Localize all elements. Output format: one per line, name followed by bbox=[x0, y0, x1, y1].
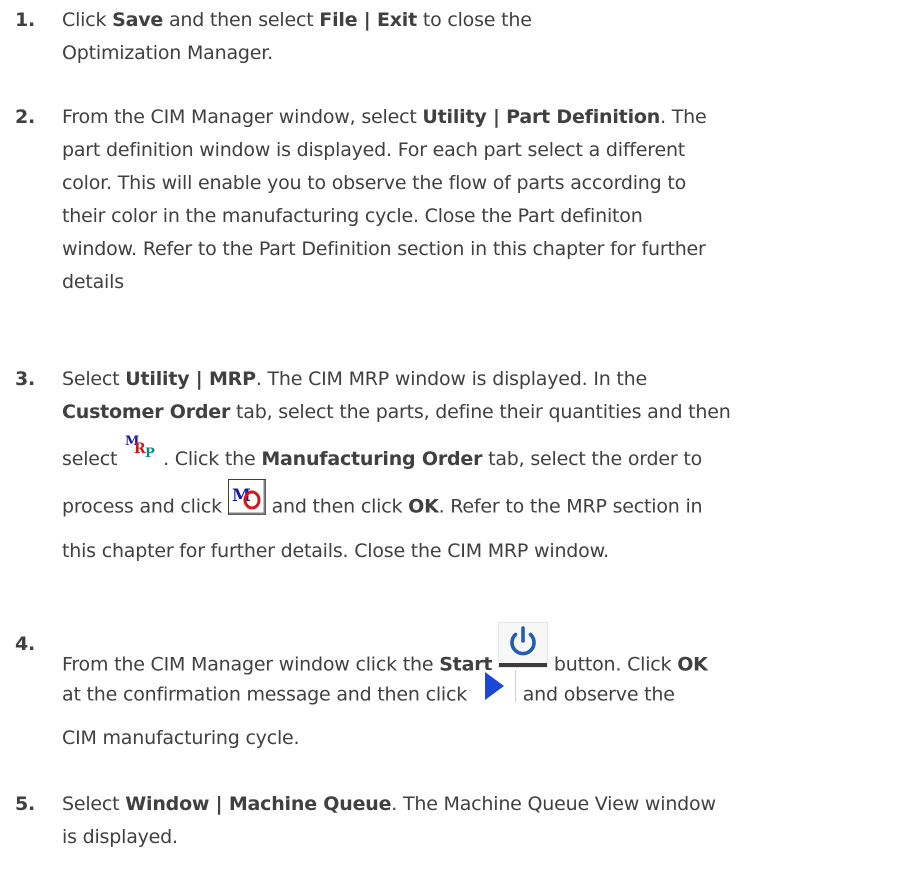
text-line: Click Save and then select File | Exit t… bbox=[62, 4, 892, 37]
power-icon bbox=[498, 622, 549, 668]
text-run: to close the bbox=[417, 9, 532, 31]
text-run: From the CIM Manager window, select bbox=[62, 106, 423, 128]
text-line: window. Refer to the Part Definition sec… bbox=[62, 233, 892, 266]
text-run: tab, select the order to bbox=[482, 448, 703, 470]
text-run: this chapter for further details. Close … bbox=[62, 540, 610, 562]
text-line: Select Utility | MRP. The CIM MRP window… bbox=[62, 363, 892, 396]
bold-term: Utility | Part Definition bbox=[422, 106, 661, 128]
step-text: Select Utility | MRP. The CIM MRP window… bbox=[62, 363, 892, 581]
text-run: details bbox=[62, 271, 124, 293]
step-text: From the CIM Manager window click the St… bbox=[62, 622, 892, 755]
text-line: From the CIM Manager window, select Util… bbox=[62, 101, 892, 134]
text-run: tab, select the parts, define their quan… bbox=[230, 401, 731, 423]
step-number: 3. bbox=[15, 368, 36, 390]
text-run: select bbox=[62, 448, 124, 470]
text-run: and then select bbox=[163, 9, 320, 31]
bold-term: OK bbox=[677, 653, 708, 676]
text-run: Select bbox=[62, 368, 126, 390]
bold-term: Save bbox=[112, 9, 164, 31]
mrp-icon: MRP bbox=[123, 432, 163, 464]
text-run: and observe the bbox=[516, 683, 675, 706]
step-text: Click Save and then select File | Exit t… bbox=[62, 4, 892, 70]
text-line: details bbox=[62, 266, 892, 299]
text-line: color. This will enable you to observe t… bbox=[62, 167, 892, 200]
text-run: . Refer to the MRP section in bbox=[438, 495, 703, 518]
text-line: is displayed. bbox=[62, 821, 892, 854]
play-icon bbox=[472, 670, 517, 704]
step-text: From the CIM Manager window, select Util… bbox=[62, 101, 892, 299]
text-run: window. Refer to the Part Definition sec… bbox=[62, 238, 706, 260]
bold-term: OK bbox=[408, 495, 439, 518]
step-5: 5. Select Window | Machine Queue. The Ma… bbox=[15, 788, 895, 854]
text-run: From the CIM Manager window click the bbox=[62, 653, 440, 676]
bold-term: Utility | MRP bbox=[125, 368, 256, 390]
text-line: CIM manufacturing cycle. bbox=[62, 722, 892, 755]
step-number: 5. bbox=[15, 793, 36, 815]
text-run: Select bbox=[62, 793, 126, 815]
text-line: select MRP. Click the Manufacturing Orde… bbox=[62, 429, 892, 489]
step-text: Select Window | Machine Queue. The Machi… bbox=[62, 788, 892, 854]
text-run: color. This will enable you to observe t… bbox=[62, 172, 687, 194]
text-line: at the confirmation message and then cli… bbox=[62, 670, 892, 722]
text-run: . The bbox=[660, 106, 707, 128]
bold-term: File | Exit bbox=[319, 9, 417, 31]
text-run: process and click bbox=[62, 495, 228, 518]
text-line: Customer Order tab, select the parts, de… bbox=[62, 396, 892, 429]
text-line: this chapter for further details. Close … bbox=[62, 535, 892, 581]
step-number: 4. bbox=[15, 633, 36, 655]
text-run: is displayed. bbox=[62, 826, 178, 848]
step-number: 1. bbox=[15, 9, 36, 31]
step-3: 3. Select Utility | MRP. The CIM MRP win… bbox=[15, 363, 895, 581]
text-line: Optimization Manager. bbox=[62, 37, 892, 70]
text-run: Click bbox=[62, 9, 113, 31]
text-run: at the confirmation message and then cli… bbox=[62, 683, 473, 706]
bold-term: Manufacturing Order bbox=[261, 448, 483, 470]
text-run: and then click bbox=[265, 495, 409, 518]
bold-term: Customer Order bbox=[62, 401, 231, 423]
text-run: CIM manufacturing cycle. bbox=[62, 727, 300, 749]
text-run: button. Click bbox=[548, 653, 678, 676]
text-line: their color in the manufacturing cycle. … bbox=[62, 200, 892, 233]
bold-term: Window | Machine Queue bbox=[125, 793, 392, 815]
svg-text:P: P bbox=[145, 446, 155, 461]
text-line: process and click M and then click OK. R… bbox=[62, 479, 892, 535]
step-number: 2. bbox=[15, 106, 36, 128]
text-run: their color in the manufacturing cycle. … bbox=[62, 205, 643, 227]
text-line: Select Window | Machine Queue. The Machi… bbox=[62, 788, 892, 821]
text-run: . The CIM MRP window is displayed. In th… bbox=[255, 368, 647, 390]
step-1: 1. Click Save and then select File | Exi… bbox=[15, 4, 895, 70]
step-2: 2. From the CIM Manager window, select U… bbox=[15, 101, 895, 299]
text-run: . Click the bbox=[163, 448, 262, 470]
text-line: part definition window is displayed. For… bbox=[62, 134, 892, 167]
instructions-page: 1. Click Save and then select File | Exi… bbox=[0, 0, 899, 878]
text-run: . The Machine Queue View window bbox=[391, 793, 716, 815]
text-run: Optimization Manager. bbox=[62, 42, 273, 64]
text-run: part definition window is displayed. For… bbox=[62, 139, 686, 161]
manufacturing-order-icon: M bbox=[227, 479, 266, 515]
step-4: 4. From the CIM Manager window click the… bbox=[15, 622, 895, 755]
svg-text:M: M bbox=[232, 486, 251, 506]
